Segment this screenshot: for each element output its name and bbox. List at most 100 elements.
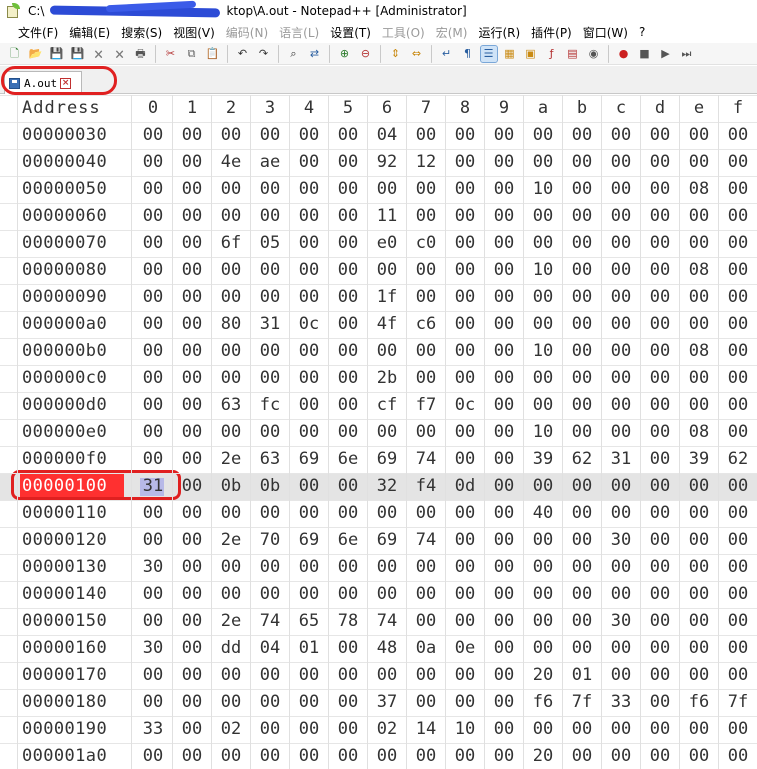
hex-byte[interactable]: 00 bbox=[174, 581, 210, 608]
hex-byte[interactable]: 00 bbox=[525, 149, 561, 176]
hex-byte[interactable]: 00 bbox=[330, 635, 366, 662]
hex-byte[interactable]: 12 bbox=[408, 149, 444, 176]
hex-byte[interactable]: 00 bbox=[720, 608, 756, 635]
hex-byte[interactable]: 00 bbox=[291, 230, 327, 257]
hex-byte[interactable]: 00 bbox=[330, 554, 366, 581]
hex-byte[interactable]: 00 bbox=[486, 203, 522, 230]
hex-byte[interactable]: 00 bbox=[174, 149, 210, 176]
hex-byte[interactable]: 00 bbox=[447, 311, 483, 338]
monitor-icon[interactable]: ◉ bbox=[586, 46, 602, 62]
hex-byte[interactable]: 00 bbox=[330, 365, 366, 392]
hex-byte[interactable]: 74 bbox=[369, 608, 405, 635]
hex-byte[interactable]: 00 bbox=[486, 365, 522, 392]
hex-byte[interactable]: 00 bbox=[447, 743, 483, 769]
hex-byte[interactable]: 00 bbox=[603, 473, 639, 500]
hex-byte[interactable]: 00 bbox=[408, 662, 444, 689]
hex-byte[interactable]: 31 bbox=[603, 446, 639, 473]
run-macro-multiple-icon[interactable]: ⏭ bbox=[679, 46, 695, 62]
hex-byte[interactable]: 00 bbox=[135, 743, 171, 769]
hex-byte[interactable]: 08 bbox=[681, 419, 717, 446]
hex-byte[interactable]: 00 bbox=[564, 284, 600, 311]
hex-byte[interactable]: 00 bbox=[642, 284, 678, 311]
hex-byte[interactable]: 00 bbox=[447, 527, 483, 554]
hex-byte[interactable]: 00 bbox=[174, 338, 210, 365]
hex-byte[interactable]: 00 bbox=[525, 365, 561, 392]
hex-byte[interactable]: 00 bbox=[408, 176, 444, 203]
hex-byte[interactable]: 00 bbox=[720, 149, 756, 176]
menu-item-5[interactable]: 语言(L) bbox=[279, 24, 319, 41]
hex-byte[interactable]: 01 bbox=[564, 662, 600, 689]
hex-byte[interactable]: 65 bbox=[291, 608, 327, 635]
hex-byte[interactable]: 4e bbox=[213, 149, 249, 176]
hex-byte[interactable]: 00 bbox=[486, 662, 522, 689]
hex-byte[interactable]: 00 bbox=[603, 500, 639, 527]
hex-byte[interactable]: 00 bbox=[330, 743, 366, 769]
hex-row[interactable]: 00000120 00 00 2e 70 69 6e 69 74 00 00 00 00 30 00 00 00 bbox=[0, 527, 757, 554]
hex-byte[interactable]: 00 bbox=[213, 689, 249, 716]
hex-byte[interactable]: 00 bbox=[564, 581, 600, 608]
close-all-icon[interactable]: 🗙 bbox=[112, 46, 128, 62]
hex-byte[interactable]: 10 bbox=[525, 419, 561, 446]
hex-byte[interactable]: 63 bbox=[252, 446, 288, 473]
menu-item-9[interactable]: 运行(R) bbox=[478, 24, 520, 41]
hex-byte[interactable]: 00 bbox=[603, 662, 639, 689]
hex-byte[interactable]: 33 bbox=[603, 689, 639, 716]
hex-byte[interactable]: 00 bbox=[330, 176, 366, 203]
hex-byte[interactable]: 1f bbox=[369, 284, 405, 311]
hex-byte[interactable]: 00 bbox=[681, 392, 717, 419]
menu-item-10[interactable]: 插件(P) bbox=[531, 24, 572, 41]
hex-byte[interactable]: 00 bbox=[408, 419, 444, 446]
hex-byte[interactable]: 00 bbox=[408, 257, 444, 284]
hex-byte[interactable]: 00 bbox=[603, 743, 639, 769]
hex-byte[interactable]: 69 bbox=[291, 446, 327, 473]
hex-byte[interactable]: 00 bbox=[720, 257, 756, 284]
hex-byte[interactable]: 00 bbox=[525, 392, 561, 419]
hex-byte[interactable]: 00 bbox=[291, 662, 327, 689]
hex-row[interactable]: 00000090 00 00 00 00 00 00 1f 00 00 00 00 00 00 00 00 00 bbox=[0, 284, 757, 311]
hex-byte[interactable]: 00 bbox=[525, 473, 561, 500]
hex-byte[interactable]: 00 bbox=[603, 257, 639, 284]
hex-byte[interactable]: 00 bbox=[564, 230, 600, 257]
hex-byte[interactable]: f4 bbox=[408, 473, 444, 500]
hex-byte[interactable]: 70 bbox=[252, 527, 288, 554]
hex-byte[interactable]: 00 bbox=[603, 284, 639, 311]
hex-byte[interactable]: 00 bbox=[291, 392, 327, 419]
hex-byte[interactable]: 31 bbox=[135, 473, 171, 500]
hex-byte[interactable]: 00 bbox=[642, 203, 678, 230]
hex-byte[interactable]: 00 bbox=[447, 230, 483, 257]
hex-byte[interactable]: 00 bbox=[369, 257, 405, 284]
sync-horizontal-icon[interactable]: ⇔ bbox=[409, 46, 425, 62]
hex-byte[interactable]: 04 bbox=[369, 122, 405, 149]
hex-byte[interactable]: 00 bbox=[252, 365, 288, 392]
hex-byte[interactable]: ae bbox=[252, 149, 288, 176]
hex-byte[interactable]: 00 bbox=[564, 716, 600, 743]
hex-byte[interactable]: 00 bbox=[213, 554, 249, 581]
hex-byte[interactable]: 62 bbox=[564, 446, 600, 473]
hex-byte[interactable]: 00 bbox=[720, 554, 756, 581]
hex-byte[interactable]: 00 bbox=[447, 203, 483, 230]
hex-byte[interactable]: 0b bbox=[213, 473, 249, 500]
hex-byte[interactable]: 74 bbox=[408, 446, 444, 473]
hex-byte[interactable]: e0 bbox=[369, 230, 405, 257]
copy-icon[interactable]: ⧉ bbox=[184, 46, 200, 62]
hex-byte[interactable]: 00 bbox=[603, 581, 639, 608]
hex-byte[interactable]: 00 bbox=[174, 689, 210, 716]
hex-byte[interactable]: 00 bbox=[213, 284, 249, 311]
hex-byte[interactable]: 39 bbox=[681, 446, 717, 473]
hex-byte[interactable]: 00 bbox=[564, 743, 600, 769]
hex-byte[interactable]: cf bbox=[369, 392, 405, 419]
print-icon[interactable]: 🖶 bbox=[133, 46, 149, 62]
hex-byte[interactable]: 00 bbox=[447, 176, 483, 203]
hex-byte[interactable]: 00 bbox=[642, 365, 678, 392]
hex-byte[interactable]: 00 bbox=[486, 473, 522, 500]
hex-byte[interactable]: c0 bbox=[408, 230, 444, 257]
hex-byte[interactable]: 00 bbox=[174, 176, 210, 203]
hex-byte[interactable]: f7 bbox=[408, 392, 444, 419]
hex-byte[interactable]: 00 bbox=[564, 203, 600, 230]
hex-byte[interactable]: 00 bbox=[252, 257, 288, 284]
hex-byte[interactable]: 00 bbox=[603, 338, 639, 365]
hex-byte[interactable]: 00 bbox=[486, 635, 522, 662]
hex-byte[interactable]: 14 bbox=[408, 716, 444, 743]
hex-byte[interactable]: 00 bbox=[525, 635, 561, 662]
hex-byte[interactable]: 00 bbox=[447, 689, 483, 716]
